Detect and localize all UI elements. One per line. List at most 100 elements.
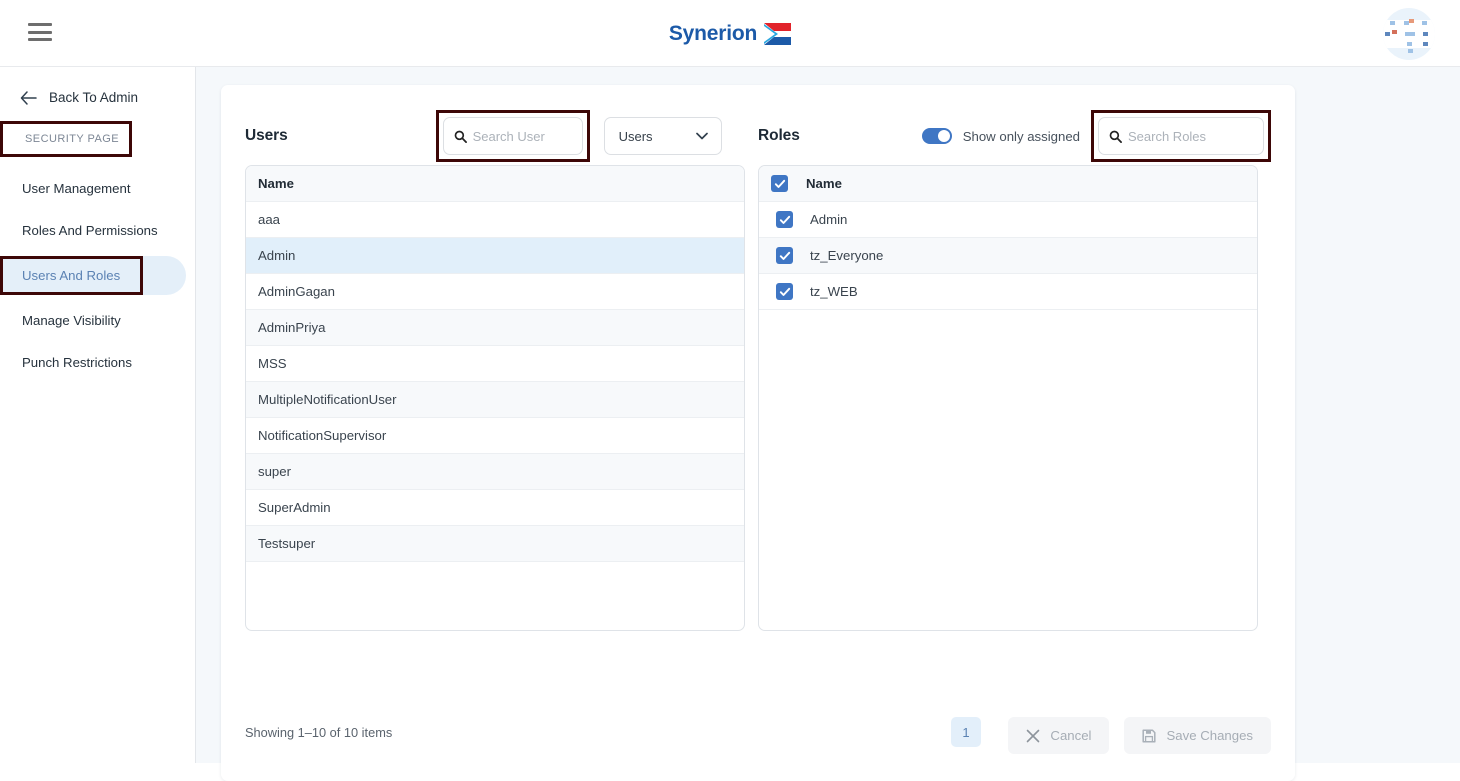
showing-items-label: Showing 1–10 of 10 items (245, 724, 393, 740)
checkmark-icon (779, 287, 790, 296)
users-panel: Users Users (245, 107, 756, 631)
sidebar: Back To Admin SECURITY PAGE User Managem… (0, 67, 196, 763)
sidebar-item-users-and-roles[interactable]: Users And Roles (0, 256, 186, 295)
user-name: SuperAdmin (258, 500, 331, 515)
select-all-checkbox[interactable] (771, 175, 789, 192)
user-name: aaa (258, 212, 281, 227)
search-icon (454, 130, 467, 143)
users-filter-value: Users (618, 128, 653, 144)
sidebar-nav-list: User Management Roles And Permissions Us… (0, 172, 195, 379)
avatar[interactable] (1383, 8, 1435, 60)
security-page-label: SECURITY PAGE (25, 133, 120, 145)
role-name: tz_Everyone (810, 248, 884, 263)
panels-container: Users Users (221, 85, 1295, 631)
sidebar-item-label: User Management (22, 181, 131, 196)
role-name: tz_WEB (810, 284, 858, 299)
roles-column-name: Name (806, 176, 842, 191)
user-name: AdminPriya (258, 320, 326, 335)
table-row[interactable]: Admin (759, 202, 1258, 238)
sidebar-item-label: Manage Visibility (22, 313, 121, 328)
search-roles-box[interactable] (1098, 117, 1264, 155)
roles-table-filler (759, 310, 1257, 346)
close-x-icon (1027, 729, 1040, 742)
show-only-assigned-label: Show only assigned (962, 128, 1080, 144)
search-user-highlight (435, 110, 590, 162)
pagination: 1 (951, 717, 981, 747)
card-footer: Showing 1–10 of 10 items 1 Cancel Save C… (245, 717, 1271, 754)
users-column-name: Name (258, 176, 294, 191)
users-table-header-row: Name (246, 166, 744, 202)
user-name: Admin (258, 248, 296, 263)
show-only-assigned-row: Show only assigned (921, 128, 1080, 144)
table-row[interactable]: NotificationSupervisor (246, 418, 744, 454)
back-to-admin-label: Back To Admin (49, 90, 139, 105)
brand-name: Synerion (668, 21, 758, 45)
show-only-assigned-toggle[interactable] (921, 128, 952, 144)
cancel-button[interactable]: Cancel (1008, 717, 1110, 754)
main-content: Users Users (196, 67, 1460, 781)
brand-logo: Synerion (0, 0, 1460, 67)
sidebar-item-label: Punch Restrictions (22, 355, 132, 370)
table-row[interactable]: Testsuper (246, 526, 744, 562)
users-panel-header: Users Users (245, 107, 756, 165)
user-name: AdminGagan (258, 284, 335, 299)
toggle-knob (937, 130, 950, 142)
user-name: NotificationSupervisor (258, 428, 387, 443)
checkmark-icon (779, 251, 790, 260)
sidebar-item-roles-and-permissions[interactable]: Roles And Permissions (0, 214, 195, 247)
roles-panel: Roles Show only assigned Search Roles Na… (758, 107, 1271, 631)
save-changes-button[interactable]: Save Changes (1124, 717, 1271, 754)
user-name: MSS (258, 356, 287, 371)
users-table: Name aaa Admin AdminGagan AdminPriya MSS… (245, 165, 745, 631)
checkmark-icon (774, 179, 785, 188)
table-row[interactable]: tz_WEB (759, 274, 1258, 310)
sidebar-item-manage-visibility[interactable]: Manage Visibility (0, 304, 195, 337)
security-page-section: SECURITY PAGE (0, 121, 195, 157)
save-changes-label: Save Changes (1166, 728, 1253, 743)
users-filter-select[interactable]: Users (603, 117, 722, 155)
cancel-label: Cancel (1050, 728, 1092, 743)
table-row[interactable]: AdminGagan (246, 274, 744, 310)
chevron-down-icon (695, 132, 708, 140)
table-row[interactable]: aaa (246, 202, 744, 238)
table-row[interactable]: MSS (246, 346, 744, 382)
page-number-1[interactable]: 1 (951, 717, 981, 747)
arrow-left-icon (20, 90, 37, 105)
role-checkbox[interactable] (776, 247, 794, 264)
users-panel-title: Users (245, 127, 288, 144)
role-checkbox[interactable] (776, 283, 794, 300)
user-name: Testsuper (258, 536, 316, 551)
security-page-highlight: SECURITY PAGE (0, 121, 133, 157)
search-user-box[interactable] (442, 117, 583, 155)
user-name: MultipleNotificationUser (258, 392, 397, 407)
search-roles-highlight (1091, 110, 1271, 162)
table-row[interactable]: MultipleNotificationUser (246, 382, 744, 418)
checkmark-icon (779, 215, 790, 224)
user-name: super (258, 464, 291, 479)
table-row[interactable]: AdminPriya (246, 310, 744, 346)
roles-panel-title: Roles (758, 127, 800, 144)
users-roles-card: Users Users (221, 85, 1295, 781)
sidebar-item-label: Roles And Permissions (22, 223, 158, 238)
footer-actions: Cancel Save Changes (1008, 717, 1271, 754)
hamburger-menu-icon[interactable] (28, 21, 54, 43)
sidebar-item-user-management[interactable]: User Management (0, 172, 195, 205)
sidebar-item-punch-restrictions[interactable]: Punch Restrictions (0, 346, 195, 379)
save-disk-icon (1142, 728, 1157, 743)
table-row[interactable]: super (246, 454, 744, 490)
role-checkbox[interactable] (776, 211, 794, 228)
users-and-roles-highlight: Users And Roles (0, 256, 144, 295)
back-to-admin-button[interactable]: Back To Admin (20, 90, 195, 105)
roles-table: Name Admin tz_Everyone tz_WEB (758, 165, 1259, 631)
search-roles-input[interactable] (1128, 128, 1253, 144)
users-table-filler (246, 562, 744, 598)
roles-panel-header: Roles Show only assigned (758, 107, 1271, 165)
table-row[interactable]: tz_Everyone (759, 238, 1258, 274)
search-icon (1109, 130, 1122, 143)
sidebar-item-label: Users And Roles (22, 268, 121, 283)
search-user-input[interactable] (472, 128, 572, 144)
roles-table-header-row: Name (759, 166, 1258, 202)
top-bar: Synerion (0, 0, 1460, 67)
table-row[interactable]: SuperAdmin (246, 490, 744, 526)
table-row[interactable]: Admin (246, 238, 744, 274)
